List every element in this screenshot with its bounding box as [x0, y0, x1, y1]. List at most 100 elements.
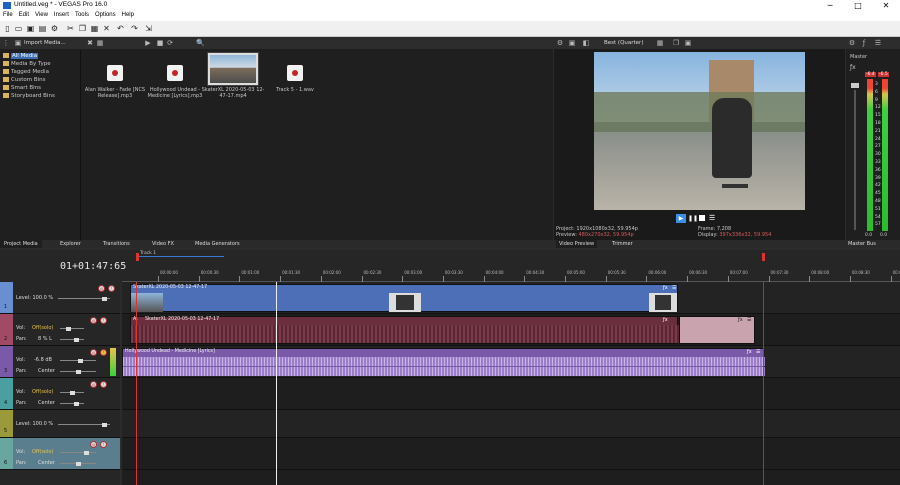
preview-fx-icon[interactable]: ▣ — [568, 39, 576, 47]
loop-end-marker[interactable] — [762, 253, 765, 261]
tab-transitions[interactable]: Transitions — [103, 240, 130, 248]
audio-clip[interactable]: SkaterXL 2020-05-03 12-47-17 A. ƒx — [130, 316, 679, 344]
overlays-icon[interactable]: ▦ — [656, 39, 664, 47]
menu-file[interactable]: File — [0, 11, 16, 19]
tree-item-all-media[interactable]: All Media — [3, 52, 79, 60]
mute-icon[interactable]: ◎ — [90, 381, 97, 388]
vol-slider[interactable] — [60, 390, 84, 395]
timeline-tracks-area[interactable]: SkaterXL 2020-05-03 12-47-17 ƒx ☰ Skater… — [122, 282, 900, 485]
tree-item-smart-bins[interactable]: Smart Bins — [3, 84, 79, 92]
minimize-button[interactable]: ─ — [816, 0, 844, 11]
slider-knob[interactable] — [84, 450, 89, 455]
paste-icon[interactable]: ▦ — [90, 24, 99, 33]
level-slider[interactable] — [58, 422, 110, 427]
menu-insert[interactable]: Insert — [51, 11, 72, 19]
solo-icon[interactable]: ! — [108, 285, 115, 292]
master-fader-handle[interactable] — [851, 83, 859, 88]
menu-icon[interactable]: ☰ — [709, 214, 715, 223]
import-media-button[interactable]: Import Media... — [24, 40, 66, 46]
track-header-audio-2[interactable]: 2 Vol: Off(solo) Pan: 8 % L ◎ ! — [0, 314, 120, 346]
audio-clip[interactable]: ƒx ☰ — [679, 316, 755, 344]
loop-start-marker[interactable] — [136, 253, 139, 261]
capture-icon[interactable]: ▦ — [96, 39, 104, 47]
stop-button[interactable] — [699, 215, 705, 221]
open-icon[interactable]: ▭ — [14, 24, 23, 33]
menu-edit[interactable]: Edit — [16, 11, 32, 19]
play-button[interactable]: ▶ — [676, 214, 686, 223]
tab-master-bus[interactable]: Master Bus — [848, 240, 876, 248]
vol-slider[interactable] — [60, 450, 96, 455]
tree-item-media-by-type[interactable]: Media By Type — [3, 60, 79, 68]
slider-knob[interactable] — [76, 369, 81, 374]
track-header-audio-6[interactable]: 6 Vol: Off(solo) Pan: Center ◎ ! — [0, 438, 120, 470]
solo-icon[interactable]: ! — [100, 441, 107, 448]
media-item[interactable]: Track 5 - 1.wav — [260, 65, 330, 93]
time-ruler[interactable]: 00:00:00 00:00:30 00:01:00 00:01:30 00:02:00… — [122, 268, 900, 282]
audio-clip[interactable]: Hollywood Undead - Medicine [Lyrics] ƒx … — [122, 348, 765, 376]
mute-icon[interactable]: ◎ — [90, 349, 97, 356]
play-icon[interactable]: ▶ — [144, 39, 152, 47]
fx-icon[interactable]: ƒx — [663, 317, 668, 323]
properties-icon[interactable]: ▤ — [38, 24, 47, 33]
delete-icon[interactable]: ✕ — [102, 24, 111, 33]
fx-icon[interactable]: ƒx — [738, 317, 743, 323]
playhead-cursor[interactable] — [136, 282, 137, 485]
pause-button[interactable]: ❚❚ — [688, 214, 698, 223]
settings-icon[interactable]: ⚙ — [556, 39, 564, 47]
track-header-video-1[interactable]: 1 Level: 100.0 % ◎ ! — [0, 282, 120, 314]
menu-view[interactable]: View — [32, 11, 51, 19]
menu-options[interactable]: Options — [92, 11, 119, 19]
loop-icon[interactable]: ⟳ — [166, 39, 174, 47]
tab-media-generators[interactable]: Media Generators — [195, 240, 240, 248]
menu-tools[interactable]: Tools — [72, 11, 92, 19]
video-clip[interactable]: SkaterXL 2020-05-03 12-47-17 ƒx ☰ — [130, 284, 678, 312]
pan-slider[interactable] — [60, 401, 84, 406]
slider-knob[interactable] — [102, 296, 107, 301]
fx-icon[interactable]: ƒ — [860, 39, 868, 47]
close-button[interactable]: ✕ — [872, 0, 900, 11]
track-header-audio-3[interactable]: 3 Vol: -6.8 dB Pan: Center ◎ ! — [0, 346, 120, 378]
redo-icon[interactable]: ↷ — [130, 24, 139, 33]
slider-knob[interactable] — [76, 461, 81, 466]
tree-item-storyboard-bins[interactable]: Storyboard Bins — [3, 92, 79, 100]
menu-help[interactable]: Help — [119, 11, 137, 19]
mute-icon[interactable]: ◎ — [98, 285, 105, 292]
slider-knob[interactable] — [74, 337, 79, 342]
zoom-icon[interactable]: 🔍 — [196, 39, 205, 47]
fx-icon[interactable]: ƒx — [663, 285, 668, 291]
tab-video-fx[interactable]: Video FX — [152, 240, 174, 248]
mixer-icon[interactable]: ☰ — [874, 39, 882, 47]
slider-knob[interactable] — [70, 390, 75, 395]
copy-icon[interactable]: ❐ — [78, 24, 87, 33]
master-fx-icon[interactable]: ƒx — [850, 64, 856, 71]
mute-icon[interactable]: ◎ — [90, 441, 97, 448]
copy-snapshot-icon[interactable]: ❐ — [672, 39, 680, 47]
slider-knob[interactable] — [66, 326, 71, 331]
master-fader-track[interactable] — [854, 90, 856, 230]
slider-knob[interactable] — [74, 401, 79, 406]
undo-icon[interactable]: ↶ — [116, 24, 125, 33]
maximize-button[interactable]: □ — [844, 0, 872, 11]
vol-slider[interactable] — [60, 326, 84, 331]
tab-video-preview[interactable]: Video Preview — [556, 240, 598, 248]
import-media-icon[interactable]: ▣ — [14, 39, 22, 47]
pan-slider[interactable] — [60, 369, 96, 374]
tab-project-media[interactable]: Project Media — [0, 240, 42, 248]
pan-slider[interactable] — [60, 461, 96, 466]
vol-slider[interactable] — [60, 358, 96, 363]
split-screen-icon[interactable]: ◧ — [582, 39, 590, 47]
fx-icon[interactable]: ƒx — [747, 349, 752, 355]
tree-item-tagged-media[interactable]: Tagged Media — [3, 68, 79, 76]
slider-knob[interactable] — [78, 358, 83, 363]
slider-knob[interactable] — [102, 422, 107, 427]
settings-icon[interactable]: ⚙ — [50, 24, 59, 33]
edit-cursor[interactable] — [276, 282, 277, 485]
quality-select[interactable]: Best (Quarter) — [604, 40, 643, 46]
solo-icon[interactable]: ! — [100, 381, 107, 388]
clip-menu-icon[interactable]: ☰ — [672, 285, 676, 291]
render-icon[interactable]: ⇲ — [144, 24, 153, 33]
new-icon[interactable]: ▯ — [3, 24, 12, 33]
stop-icon[interactable]: ■ — [156, 39, 164, 47]
media-item-selected[interactable]: SkaterXL 2020-05-03 12-47-17.mp4 — [198, 52, 268, 99]
track-header-audio-4[interactable]: 4 Vol: Off(solo) Pan: Center ◎ ! — [0, 378, 120, 410]
